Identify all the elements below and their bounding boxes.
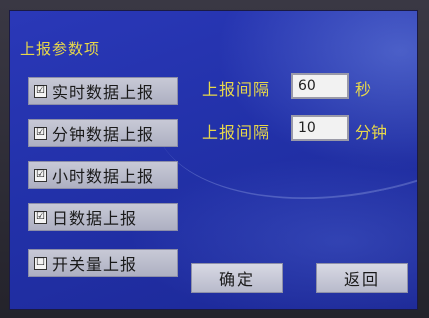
confirm-button[interactable]: 确定 xyxy=(191,263,283,293)
lcd-screen: 上报参数项 ☑ 实时数据上报 ☑ 分钟数据上报 ☑ 小时数据上报 ☑ 日数据上报… xyxy=(9,10,418,310)
checkbox-label: 分钟数据上报 xyxy=(52,125,155,144)
interval-label-seconds: 上报间隔 xyxy=(202,80,271,99)
checkbox-checked-icon[interactable]: ☑ xyxy=(34,126,47,140)
interval-label-minutes: 上报间隔 xyxy=(202,123,271,142)
page-title: 上报参数项 xyxy=(20,40,101,58)
checkbox-hour-upload[interactable]: ☑ 小时数据上报 xyxy=(28,161,178,189)
interval-minutes-input[interactable]: 10 xyxy=(291,115,349,141)
checkbox-checked-icon[interactable]: ☑ xyxy=(34,168,47,182)
unit-minutes: 分钟 xyxy=(355,123,388,142)
checkbox-label: 日数据上报 xyxy=(52,209,138,228)
checkbox-realtime-upload[interactable]: ☑ 实时数据上报 xyxy=(28,77,178,105)
checkbox-unchecked-icon[interactable]: ☐ xyxy=(34,256,47,270)
checkbox-checked-icon[interactable]: ☑ xyxy=(34,84,47,98)
interval-seconds-input[interactable]: 60 xyxy=(291,73,349,99)
checkbox-minute-upload[interactable]: ☑ 分钟数据上报 xyxy=(28,119,178,147)
checkbox-label: 实时数据上报 xyxy=(52,83,155,102)
checkbox-day-upload[interactable]: ☑ 日数据上报 xyxy=(28,203,178,231)
checkbox-label: 开关量上报 xyxy=(52,255,138,274)
checkbox-label: 小时数据上报 xyxy=(52,167,155,186)
back-button[interactable]: 返回 xyxy=(316,263,408,293)
unit-seconds: 秒 xyxy=(355,80,372,99)
checkbox-checked-icon[interactable]: ☑ xyxy=(34,210,47,224)
checkbox-switch-upload[interactable]: ☐ 开关量上报 xyxy=(28,249,178,277)
